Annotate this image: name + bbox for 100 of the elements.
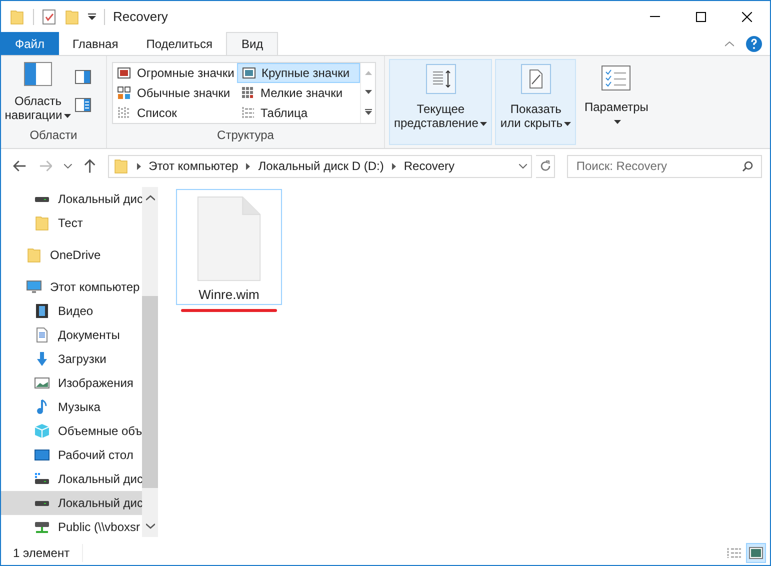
properties-icon[interactable] [42,8,56,24]
layout-option[interactable]: Огромные значки [113,63,236,83]
preview-pane-icon[interactable] [75,70,91,84]
chevron-icon [392,162,396,170]
sidebar-label: Объемные объ [58,423,142,440]
item-count: 1 элемент [13,544,83,562]
large-icons-icon [242,66,256,80]
drive-icon [34,471,50,487]
medium-icons-icon [117,86,131,100]
sidebar-item[interactable]: Тест [1,211,142,235]
sort-view-icon [426,64,456,94]
breadcrumb[interactable]: Recovery [404,157,455,175]
sidebar-item[interactable]: Документы [1,323,142,347]
recent-dropdown-icon[interactable] [64,164,72,168]
maximize-icon [696,12,706,22]
navigation-pane-button[interactable]: Область навигации [1,62,75,126]
details-pane-icon[interactable] [75,98,91,112]
scroll-down-icon[interactable] [146,523,154,529]
sidebar-label: Изображения [58,375,134,392]
breadcrumb[interactable]: Этот компьютер [148,157,238,175]
group-label: Области [28,127,78,144]
scroll-down-icon[interactable] [364,90,372,94]
file-icon [196,196,262,282]
address-field[interactable]: Этот компьютер Локальный диск D (D:) Recovery [108,154,532,178]
layout-option[interactable]: Таблица [236,103,360,123]
customize-dropdown-icon[interactable] [88,12,96,20]
folder-icon [112,158,129,174]
sidebar-item[interactable]: Этот компьютер [1,275,142,299]
dropdown-icon[interactable] [518,164,527,168]
chevron-icon [136,162,141,170]
caret-icon [564,122,572,126]
chevron-icon [246,162,250,170]
picture-icon [34,375,50,391]
sidebar-item[interactable]: Изображения [1,371,142,395]
help-icon[interactable] [746,36,762,52]
minimize-icon [650,16,660,17]
network-drive-icon [34,519,50,535]
drive-icon [35,500,49,506]
new-folder-icon [64,8,80,24]
sidebar-item[interactable]: Рабочий стол [1,443,142,467]
collapse-ribbon-icon[interactable] [725,40,734,46]
ribbon-button[interactable]: Показать или скрыть [495,59,576,145]
caret-icon [480,122,488,126]
sidebar-label: Видео [58,303,94,320]
sidebar-item[interactable]: Объемные объ [1,419,142,443]
sidebar-label: Документы [58,327,120,344]
ribbon-button[interactable]: Текущее представление [389,59,492,145]
scroll-up-icon[interactable] [146,195,154,201]
drive-icon [35,196,49,202]
file-name: Winre.wim [198,286,260,304]
caret-icon [614,120,621,124]
back-arrow-icon[interactable] [13,160,27,172]
sidebar-label: Загрузки [58,351,106,368]
folder-icon [9,8,25,24]
expand-gallery-icon[interactable] [364,109,372,116]
ribbon-tab[interactable]: Главная [58,32,132,55]
sidebar-label: Рабочий стол [58,447,134,464]
details-icon [240,106,254,120]
folder-icon [34,215,50,231]
scrollbar-thumb[interactable] [142,296,158,488]
document-icon [34,327,50,343]
folder-icon [26,247,42,263]
breadcrumb[interactable]: Локальный диск D (D:) [258,157,384,175]
layout-option[interactable]: Мелкие значки [236,83,360,103]
sidebar-label: Музыка [58,399,100,416]
window-title: Recovery [113,8,168,26]
layout-option[interactable]: Крупные значки [236,63,360,83]
refresh-button[interactable] [536,154,556,178]
caret-icon [64,114,72,118]
file-tile[interactable]: Winre.wim [176,189,282,305]
details-view-icon [726,547,742,559]
file-menu-tab[interactable]: Файл [1,32,59,55]
search-icon [742,160,753,172]
list-icon [117,106,131,120]
search-field[interactable]: Поиск: Recovery [576,157,742,175]
ribbon-tab[interactable]: Поделиться [132,32,226,55]
small-icons-icon [240,86,254,100]
sidebar-item[interactable]: Public (\\vboxsr [1,515,142,539]
sidebar-label: OneDrive [50,247,101,264]
large-icons-view-button[interactable] [746,543,766,563]
sidebar-item[interactable]: Видео [1,299,142,323]
ribbon-tab[interactable]: Вид [226,32,278,55]
sidebar-label: Тест [58,215,83,232]
layout-option[interactable]: Обычные значки [113,83,236,103]
sidebar-item[interactable]: OneDrive [1,243,142,267]
down-arrow-icon [34,351,50,367]
film-icon [34,303,50,319]
sidebar-item[interactable]: Музыка [1,395,142,419]
desktop-icon [34,447,50,463]
show-hide-icon [520,64,551,94]
large-icons-view-icon [749,547,763,559]
huge-icons-icon [117,66,131,80]
ribbon-button[interactable]: Параметры [579,59,654,145]
group-label: Структура [216,127,275,144]
layout-option[interactable]: Список [113,103,236,123]
sidebar-item[interactable]: Загрузки [1,347,142,371]
computer-icon [26,279,42,295]
up-arrow-icon[interactable] [84,159,96,173]
scrollbar[interactable] [142,187,158,537]
search-box[interactable]: Поиск: Recovery [567,154,762,178]
